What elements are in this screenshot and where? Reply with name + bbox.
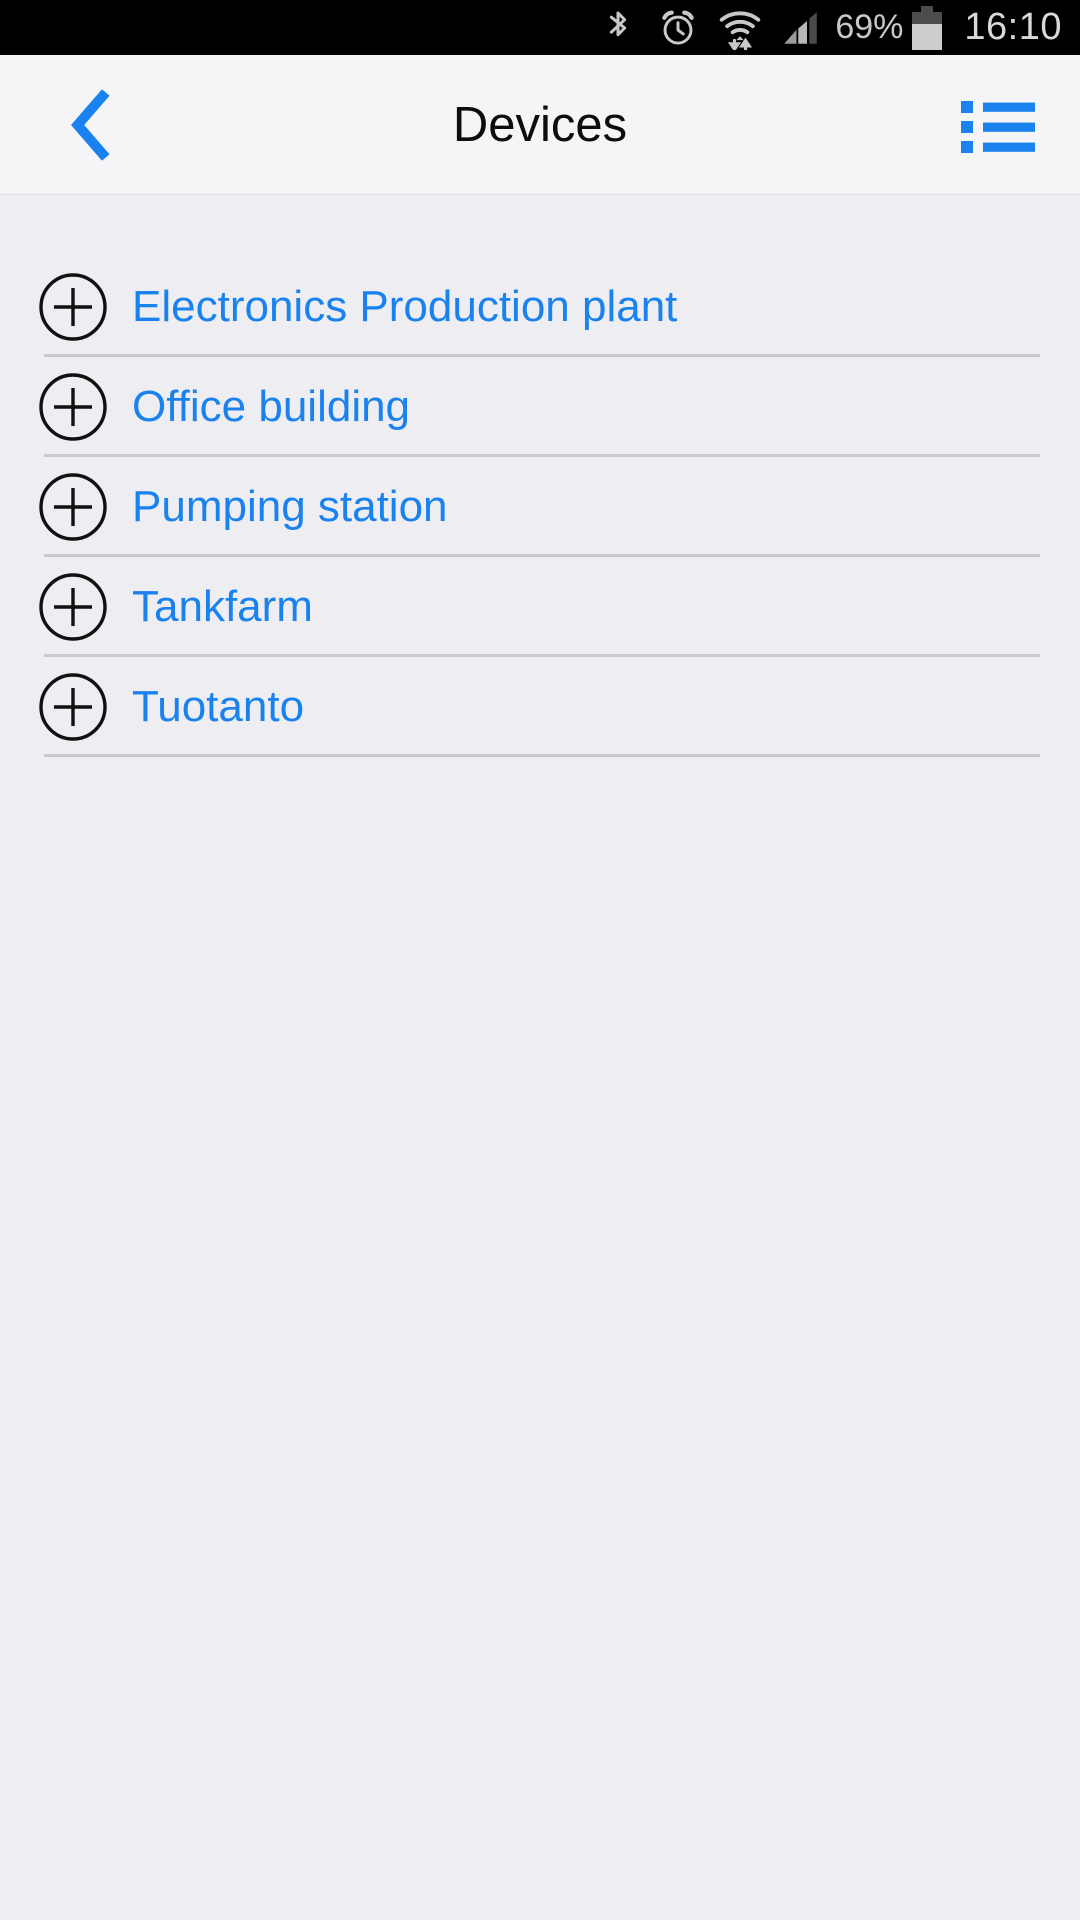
menu-button[interactable] — [938, 55, 1058, 195]
list-item[interactable]: Tuotanto — [0, 657, 1080, 757]
alarm-clock-icon — [655, 7, 701, 49]
status-bar-icons: 69% 16:10 — [595, 5, 1062, 50]
list-menu-icon — [961, 97, 1035, 153]
list-item-label: Office building — [132, 382, 411, 431]
list-item-label: Pumping station — [132, 482, 448, 531]
battery-percent-label: 69% — [835, 8, 904, 46]
devices-list: Electronics Production plant Office buil… — [0, 196, 1080, 757]
cellular-signal-icon — [777, 7, 823, 49]
plus-circle-icon[interactable] — [38, 672, 108, 742]
status-bar: 69% 16:10 — [0, 0, 1080, 55]
plus-circle-icon[interactable] — [38, 272, 108, 342]
status-bar-clock: 16:10 — [964, 6, 1062, 48]
battery-icon — [912, 5, 943, 50]
list-item-label: Tuotanto — [132, 682, 305, 731]
list-item[interactable]: Tankfarm — [0, 557, 1080, 657]
plus-circle-icon[interactable] — [38, 372, 108, 442]
list-item-label: Electronics Production plant — [132, 282, 678, 331]
list-item[interactable]: Electronics Production plant — [0, 257, 1080, 357]
list-item[interactable]: Pumping station — [0, 457, 1080, 557]
app-header: Devices — [0, 55, 1080, 195]
list-item[interactable]: Office building — [0, 357, 1080, 457]
plus-circle-icon[interactable] — [38, 472, 108, 542]
list-divider — [44, 754, 1040, 757]
bluetooth-icon — [595, 8, 641, 48]
page-title: Devices — [452, 98, 628, 152]
wifi-data-transfer-icon — [715, 6, 765, 50]
plus-circle-icon[interactable] — [38, 572, 108, 642]
list-item-label: Tankfarm — [132, 582, 313, 631]
